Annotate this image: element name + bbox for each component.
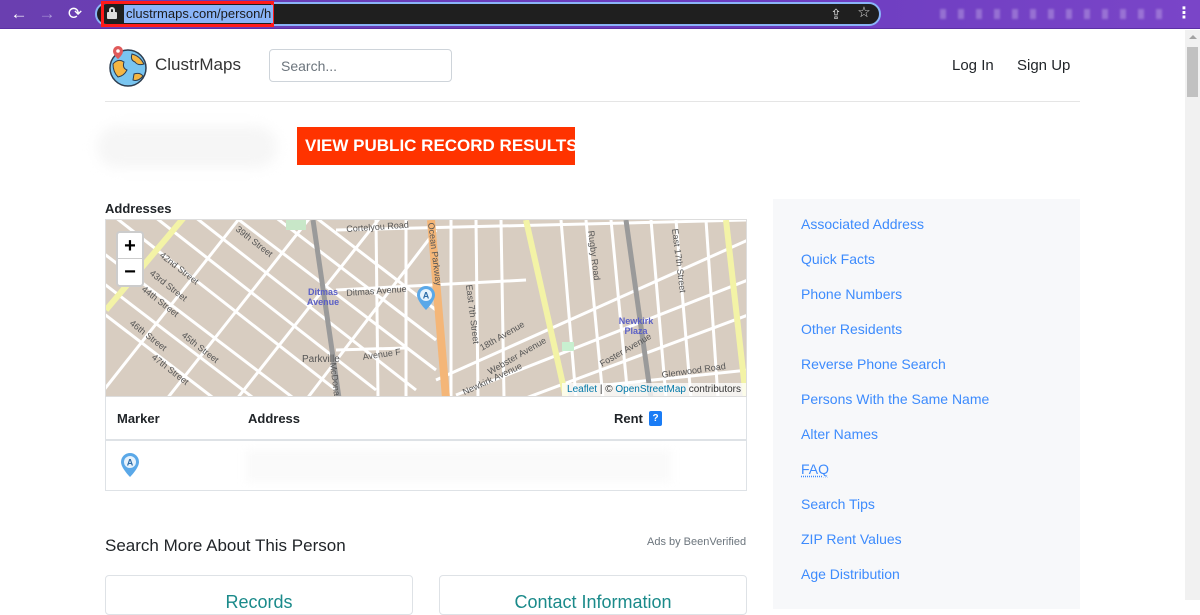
- person-name-redacted: [97, 126, 277, 168]
- zoom-out-button[interactable]: −: [118, 259, 142, 285]
- kebab-menu-icon[interactable]: ⋮: [1176, 4, 1192, 24]
- scroll-up-arrow-icon[interactable]: [1189, 35, 1197, 39]
- sidebar-item-search-tips[interactable]: Search Tips: [801, 496, 875, 512]
- reload-icon[interactable]: ⟳: [65, 4, 85, 24]
- addresses-heading: Addresses: [105, 201, 172, 216]
- ad-card-contact-information[interactable]: Contact Information: [439, 575, 747, 615]
- sidebar-item-faq[interactable]: FAQ: [801, 461, 829, 477]
- svg-text:A: A: [423, 291, 430, 301]
- addresses-table: Marker Address Rent ? A: [105, 397, 747, 491]
- openstreetmap-link[interactable]: OpenStreetMap: [615, 384, 686, 395]
- search-more-heading: Search More About This Person: [105, 536, 346, 555]
- attribution-separator: | ©: [597, 384, 616, 395]
- column-header-marker: Marker: [117, 411, 160, 426]
- station-ditmas-avenue: Ditmas Avenue: [306, 287, 340, 307]
- address-map[interactable]: 42nd Street 43rd Street 44th Street 45th…: [105, 219, 747, 397]
- header-divider: [105, 101, 1080, 102]
- sidebar-nav: Associated Address Quick Facts Phone Num…: [773, 199, 1080, 609]
- rent-help-icon[interactable]: ?: [649, 411, 662, 426]
- login-link[interactable]: Log In: [952, 57, 994, 74]
- sidebar-item-other-residents[interactable]: Other Residents: [801, 321, 902, 337]
- ad-card-title: Records: [225, 592, 293, 612]
- url-text[interactable]: clustrmaps.com/person/h: [124, 5, 274, 23]
- sidebar-item-quick-facts[interactable]: Quick Facts: [801, 251, 875, 267]
- share-icon[interactable]: ⇪: [828, 6, 844, 22]
- sidebar-item-persons-same-name[interactable]: Persons With the Same Name: [801, 391, 989, 407]
- address-redacted: [246, 450, 671, 482]
- view-public-records-button[interactable]: VIEW PUBLIC RECORD RESULTS✓: [297, 127, 592, 165]
- sidebar-item-associated-address[interactable]: Associated Address: [801, 216, 924, 232]
- sidebar-item-phone-numbers[interactable]: Phone Numbers: [801, 286, 902, 302]
- table-header-divider: [106, 439, 746, 441]
- page-scrollbar[interactable]: [1185, 30, 1200, 600]
- ad-card-title: Contact Information: [514, 592, 672, 612]
- arrow-right-icon[interactable]: →: [37, 4, 57, 24]
- zoom-in-button[interactable]: +: [118, 233, 142, 259]
- star-icon[interactable]: ☆: [856, 5, 872, 21]
- map-attribution: Leaflet | © OpenStreetMap contributors: [562, 383, 746, 396]
- leaflet-link[interactable]: Leaflet: [567, 384, 597, 395]
- search-input[interactable]: [269, 49, 452, 82]
- sidebar-item-alter-names[interactable]: Alter Names: [801, 426, 878, 442]
- browser-toolbar: ← → ⟳ clustrmaps.com/person/h ⇪ ☆ ⋮: [0, 0, 1200, 29]
- marker-letter: A: [127, 458, 134, 468]
- arrow-left-icon[interactable]: ←: [9, 4, 29, 24]
- attribution-tail: contributors: [685, 384, 741, 395]
- lock-icon[interactable]: [107, 7, 117, 19]
- column-header-address: Address: [248, 411, 301, 426]
- sidebar-item-zip-rent-values[interactable]: ZIP Rent Values: [801, 531, 902, 547]
- brand-name[interactable]: ClustrMaps: [155, 55, 241, 75]
- ad-card-records[interactable]: Records: [105, 575, 413, 615]
- map-marker-a-icon[interactable]: A: [416, 285, 436, 311]
- ads-by-label: Ads by BeenVerified: [647, 536, 747, 548]
- clustrmaps-logo-icon[interactable]: [108, 44, 148, 88]
- signup-link[interactable]: Sign Up: [1017, 57, 1070, 74]
- sidebar-item-reverse-phone-search[interactable]: Reverse Phone Search: [801, 356, 946, 372]
- table-row-marker-a-icon[interactable]: A: [120, 452, 140, 478]
- station-newkirk-plaza: Newkirk Plaza: [618, 316, 654, 336]
- column-header-rent: Rent: [614, 411, 643, 426]
- scroll-thumb[interactable]: [1187, 47, 1198, 97]
- sidebar-item-age-distribution[interactable]: Age Distribution: [801, 566, 900, 582]
- extensions-area: [940, 9, 1170, 19]
- map-zoom-control: + −: [116, 231, 144, 287]
